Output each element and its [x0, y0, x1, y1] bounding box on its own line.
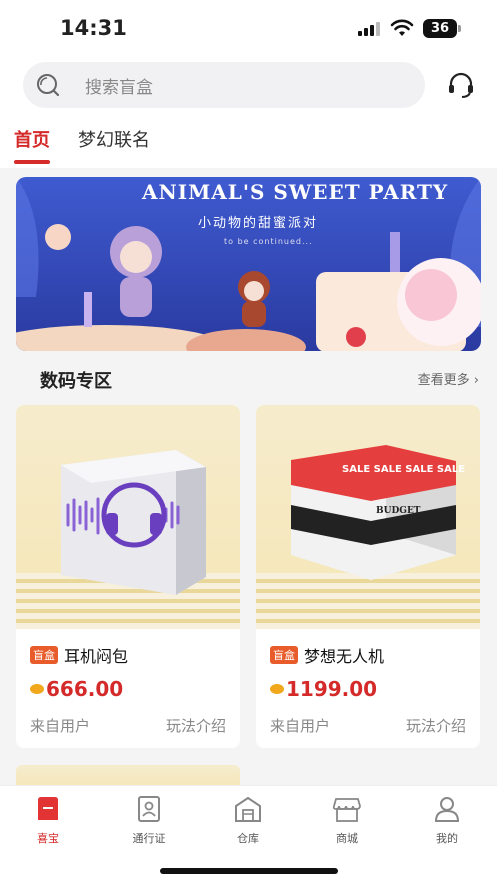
product-source: 来自用户	[270, 717, 331, 735]
header: 搜索盲盒 首页 梦幻联名	[0, 58, 497, 168]
product-info: 盲盒 耳机闷包 666.00 来自用户 玩法介绍	[16, 629, 240, 748]
nav-item-home[interactable]: 喜宝	[8, 794, 88, 846]
product-image	[16, 405, 240, 629]
home-icon	[38, 797, 58, 820]
customer-service-icon[interactable]	[446, 70, 476, 100]
tab-dream-collab[interactable]: 梦幻联名	[78, 120, 150, 164]
nav-label: 仓库	[237, 832, 259, 845]
product-card[interactable]: 盲盒 耳机闷包 666.00 来自用户 玩法介绍	[16, 405, 240, 748]
see-more-label: 查看更多	[417, 373, 470, 388]
product-price: 666.00	[30, 677, 226, 701]
product-source: 来自用户	[30, 717, 91, 735]
blind-box-badge: 盲盒	[270, 646, 298, 664]
status-time: 14:31	[60, 16, 127, 40]
nav-item-pass[interactable]: 通行证	[109, 794, 189, 846]
nav-label: 我的	[436, 832, 458, 845]
promo-banner[interactable]: ANIMAL'S SWEET PARTY 小动物的甜蜜派对 to be cont…	[16, 177, 481, 351]
product-card[interactable]: SALE SALE SALE SALE BUDGET 盲盒 梦想无人机 1199.…	[256, 405, 480, 748]
product-name: 梦想无人机	[304, 647, 385, 666]
price-value: 1199.00	[286, 677, 378, 701]
warehouse-icon	[235, 796, 261, 822]
tab-home[interactable]: 首页	[14, 120, 50, 164]
box-brand-text: BUDGET	[376, 506, 421, 516]
pass-icon	[138, 796, 160, 822]
banner-tagline: to be continued...	[224, 237, 313, 246]
play-guide-link[interactable]: 玩法介绍	[166, 715, 226, 736]
chevron-right-icon: ›	[473, 373, 479, 388]
product-image: SALE SALE SALE SALE BUDGET	[256, 405, 480, 629]
product-name: 耳机闷包	[64, 647, 129, 666]
banner-title: ANIMAL'S SWEET PARTY	[142, 180, 449, 204]
home-indicator	[160, 868, 338, 874]
profile-icon	[434, 797, 460, 822]
coin-icon	[270, 684, 284, 694]
blind-box-badge: 盲盒	[30, 646, 58, 664]
top-tabs: 首页 梦幻联名	[0, 120, 166, 164]
nav-label: 通行证	[132, 832, 166, 845]
coin-icon	[30, 684, 44, 694]
banner-subtitle: 小动物的甜蜜派对	[198, 216, 319, 231]
cellular-signal-icon	[358, 22, 380, 36]
store-icon	[332, 798, 361, 822]
nav-item-profile[interactable]: 我的	[407, 794, 487, 846]
nav-label: 商城	[336, 832, 358, 845]
product-price: 1199.00	[270, 677, 466, 701]
price-value: 666.00	[46, 677, 124, 701]
digital-section-header: 数码专区 查看更多 ›	[0, 355, 497, 401]
search-icon	[37, 74, 60, 97]
box-sale-text: SALE SALE SALE SALE	[342, 464, 466, 475]
product-info: 盲盒 梦想无人机 1199.00 来自用户 玩法介绍	[256, 629, 480, 748]
headphone-box-icon	[61, 450, 206, 595]
search-placeholder: 搜索盲盒	[85, 77, 153, 98]
drone-box-icon	[291, 445, 456, 580]
search-input[interactable]: 搜索盲盒	[23, 62, 425, 108]
wifi-icon	[390, 19, 414, 36]
status-bar: 14:31 36	[0, 0, 497, 58]
see-more-link[interactable]: 查看更多 ›	[418, 369, 479, 388]
play-guide-link[interactable]: 玩法介绍	[406, 715, 466, 736]
nav-item-warehouse[interactable]: 仓库	[208, 794, 288, 846]
battery-indicator: 36	[423, 19, 461, 38]
section-title: 数码专区	[40, 371, 112, 392]
nav-item-store[interactable]: 商城	[307, 794, 387, 846]
nav-label: 喜宝	[37, 832, 59, 845]
